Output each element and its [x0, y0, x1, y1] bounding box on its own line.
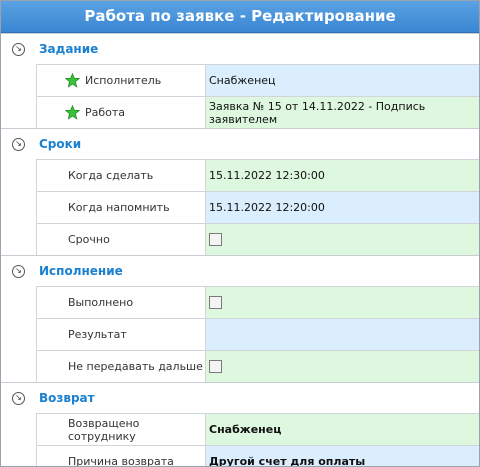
returned-to-label: Возвращено сотруднику [36, 414, 206, 445]
work-label-cell: Работа [36, 97, 206, 128]
done-label: Выполнено [36, 287, 206, 318]
no-forward-label: Не передавать дальше [36, 351, 206, 382]
work-field[interactable]: Заявка № 15 от 14.11.2022 - Подпись заяв… [206, 97, 479, 128]
reason-field[interactable]: Другой счет для оплаты [206, 446, 479, 466]
when-remind-field[interactable]: 15.11.2022 12:20:00 [206, 192, 479, 223]
done-cell [206, 287, 479, 318]
no-forward-checkbox[interactable] [209, 360, 222, 373]
urgent-label: Срочно [36, 224, 206, 255]
returned-to-field[interactable]: Снабженец [206, 414, 479, 445]
edit-window: Работа по заявке - Редактирование ↘ Зада… [0, 0, 480, 467]
section-title-execution: Исполнение [39, 264, 123, 278]
when-remind-label: Когда напомнить [36, 192, 206, 223]
section-header-deadlines[interactable]: ↘ Сроки [1, 128, 479, 159]
urgent-checkbox[interactable] [209, 233, 222, 246]
row-no-forward: Не передавать дальше [36, 350, 479, 382]
row-executor: Исполнитель Снабженец [36, 64, 479, 96]
row-when-do: Когда сделать 15.11.2022 12:30:00 [36, 159, 479, 191]
section-title-task: Задание [39, 42, 99, 56]
executor-label-cell: Исполнитель [36, 65, 206, 96]
required-star-icon [65, 105, 80, 120]
row-when-remind: Когда напомнить 15.11.2022 12:20:00 [36, 191, 479, 223]
executor-field[interactable]: Снабженец [206, 65, 479, 96]
required-star-icon [65, 73, 80, 88]
section-header-return[interactable]: ↘ Возврат [1, 382, 479, 413]
collapse-icon[interactable]: ↘ [12, 391, 25, 405]
result-label: Результат [36, 319, 206, 350]
row-result: Результат [36, 318, 479, 350]
work-label: Работа [85, 106, 126, 119]
row-work: Работа Заявка № 15 от 14.11.2022 - Подпи… [36, 96, 479, 128]
section-title-return: Возврат [39, 391, 95, 405]
collapse-icon[interactable]: ↘ [12, 137, 25, 151]
section-header-task[interactable]: ↘ Задание [1, 33, 479, 64]
when-do-field[interactable]: 15.11.2022 12:30:00 [206, 160, 479, 191]
reason-label: Причина возврата [36, 446, 206, 466]
row-urgent: Срочно [36, 223, 479, 255]
window-title: Работа по заявке - Редактирование [1, 1, 479, 33]
collapse-icon[interactable]: ↘ [12, 264, 25, 278]
urgent-cell [206, 224, 479, 255]
section-header-execution[interactable]: ↘ Исполнение [1, 255, 479, 286]
collapse-icon[interactable]: ↘ [12, 42, 25, 56]
row-done: Выполнено [36, 286, 479, 318]
when-do-label: Когда сделать [36, 160, 206, 191]
row-returned-to: Возвращено сотруднику Снабженец [36, 413, 479, 445]
result-field[interactable] [206, 319, 479, 350]
done-checkbox[interactable] [209, 296, 222, 309]
section-title-deadlines: Сроки [39, 137, 82, 151]
executor-label: Исполнитель [85, 74, 162, 87]
no-forward-cell [206, 351, 479, 382]
row-reason: Причина возврата Другой счет для оплаты [36, 445, 479, 466]
